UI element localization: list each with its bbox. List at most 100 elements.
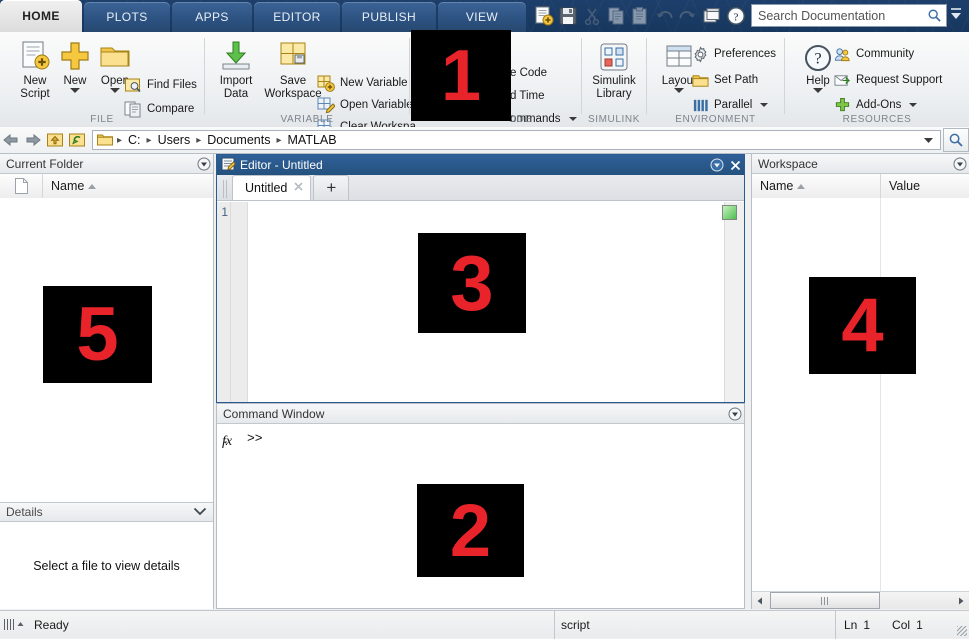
run-and-time-button[interactable]: d Time bbox=[510, 85, 545, 107]
tab-editor[interactable]: EDITOR bbox=[254, 2, 340, 32]
help-icon[interactable]: ? bbox=[725, 5, 747, 27]
status-file-type: script bbox=[554, 610, 835, 639]
up-folder-button[interactable] bbox=[44, 129, 66, 151]
cut-icon[interactable] bbox=[581, 5, 603, 27]
current-folder-column-header: Name bbox=[0, 174, 213, 199]
resources-group-label: RESOURCES bbox=[842, 114, 912, 125]
request-support-button[interactable]: Request Support bbox=[833, 69, 942, 91]
add-ons-button[interactable]: Add-Ons bbox=[833, 94, 918, 116]
add-ons-label: Add-Ons bbox=[856, 99, 902, 111]
analyze-code-button[interactable]: e Code bbox=[510, 62, 547, 84]
code-analyzer-ok-indicator[interactable] bbox=[722, 205, 737, 220]
scroll-right-icon[interactable] bbox=[953, 593, 969, 609]
details-title: Details bbox=[6, 505, 43, 519]
scroll-left-icon[interactable] bbox=[752, 593, 768, 609]
workspace-title: Workspace bbox=[758, 156, 818, 171]
editor-close-icon[interactable] bbox=[726, 156, 744, 174]
editor-title: Editor - Untitled bbox=[240, 158, 323, 172]
new-variable-button[interactable]: New Variable bbox=[317, 72, 408, 94]
scrollbar-thumb[interactable] bbox=[770, 592, 880, 609]
breadcrumb-item-users[interactable]: Users bbox=[156, 133, 193, 147]
command-window-options-icon[interactable] bbox=[726, 405, 744, 423]
workspace-value-column-header[interactable]: Value bbox=[880, 174, 969, 198]
search-documentation-field[interactable]: Search Documentation bbox=[751, 4, 947, 27]
editor-options-icon[interactable] bbox=[708, 156, 726, 174]
path-search-button[interactable] bbox=[943, 128, 969, 152]
details-header[interactable]: Details bbox=[0, 502, 213, 522]
parallel-caret-icon[interactable] bbox=[760, 103, 769, 107]
copy-icon[interactable] bbox=[605, 5, 627, 27]
simulink-library-button[interactable]: Simulink Library bbox=[583, 37, 645, 101]
layout-caret-icon[interactable] bbox=[674, 88, 684, 93]
breadcrumb-item-drive[interactable]: C: bbox=[126, 133, 143, 147]
find-files-button[interactable]: Find Files bbox=[124, 74, 197, 96]
editor-document-tab-close-icon[interactable] bbox=[293, 181, 304, 195]
switch-windows-icon[interactable] bbox=[701, 5, 723, 27]
command-prompt[interactable]: >> bbox=[247, 428, 263, 608]
clear-commands-caret-icon[interactable] bbox=[568, 117, 577, 121]
breadcrumb-item-documents[interactable]: Documents bbox=[205, 133, 272, 147]
file-icon bbox=[14, 178, 28, 194]
community-button[interactable]: Community bbox=[833, 43, 914, 65]
folder-open-icon bbox=[84, 37, 146, 73]
sort-ascending-icon bbox=[797, 183, 806, 189]
breadcrumb-sep-2: ▸ bbox=[196, 134, 202, 146]
function-browser-button[interactable]: fx bbox=[217, 428, 247, 608]
back-button[interactable] bbox=[0, 129, 22, 151]
path-breadcrumb[interactable]: ▸ C: ▸ Users ▸ Documents ▸ MATLAB bbox=[92, 130, 941, 150]
editor-new-tab-button[interactable]: + bbox=[313, 175, 350, 200]
current-folder-options-icon[interactable] bbox=[195, 155, 213, 173]
editor-document-tab-untitled[interactable]: Untitled bbox=[232, 175, 312, 200]
preferences-button[interactable]: Preferences bbox=[691, 43, 776, 65]
callout-box-5: 5 bbox=[43, 286, 152, 383]
refresh-button[interactable] bbox=[66, 129, 88, 151]
set-path-button[interactable]: Set Path bbox=[691, 69, 758, 91]
new-script-icon[interactable] bbox=[533, 5, 555, 27]
open-variable-button[interactable]: Open Variable bbox=[317, 94, 413, 116]
workspace-options-icon[interactable] bbox=[951, 155, 969, 173]
editor-title-bar: Editor - Untitled bbox=[217, 155, 744, 175]
workspace-variable-list[interactable] bbox=[752, 198, 969, 591]
new-caret-icon[interactable] bbox=[70, 88, 80, 93]
busy-caret-icon[interactable] bbox=[17, 621, 24, 628]
paste-icon[interactable] bbox=[629, 5, 651, 27]
command-window-title: Command Window bbox=[223, 406, 325, 421]
editor-tab-grip[interactable] bbox=[223, 180, 229, 198]
tab-view[interactable]: VIEW bbox=[438, 2, 526, 32]
forward-button[interactable] bbox=[22, 129, 44, 151]
preferences-label: Preferences bbox=[714, 48, 777, 60]
add-ons-icon bbox=[833, 96, 851, 114]
ribbon-group-resources: ? Help Community Request Support Add-Ons… bbox=[785, 32, 969, 127]
request-support-label: Request Support bbox=[856, 74, 943, 86]
tab-apps[interactable]: APPS bbox=[172, 2, 252, 32]
editor-line-number-1: 1 bbox=[221, 205, 228, 219]
undo-icon[interactable] bbox=[653, 5, 675, 27]
parallel-button[interactable]: Parallel bbox=[691, 94, 769, 116]
resize-grip[interactable] bbox=[957, 626, 967, 636]
editor-breakpoint-gutter[interactable] bbox=[231, 202, 248, 402]
details-collapse-icon[interactable] bbox=[193, 505, 207, 519]
callout-label-4: 4 bbox=[841, 282, 884, 368]
add-ons-caret-icon[interactable] bbox=[909, 103, 918, 107]
open-caret-icon[interactable] bbox=[110, 88, 120, 93]
workspace-name-column-header[interactable]: Name bbox=[752, 174, 880, 198]
name-column-header[interactable]: Name bbox=[42, 174, 213, 198]
save-workspace-label-2: Workspace bbox=[264, 88, 322, 100]
workspace-horizontal-scrollbar[interactable] bbox=[752, 591, 969, 609]
collapse-ribbon-button[interactable] bbox=[947, 4, 965, 26]
redo-icon[interactable] bbox=[677, 5, 699, 27]
file-type-column[interactable] bbox=[0, 174, 42, 198]
ribbon-tab-strip: HOME PLOTS APPS EDITOR PUBLISH VIEW ? Se… bbox=[0, 0, 969, 32]
save-icon[interactable] bbox=[557, 5, 579, 27]
editor-analyzer-rail[interactable] bbox=[722, 202, 744, 402]
tab-home[interactable]: HOME bbox=[0, 0, 82, 32]
search-icon bbox=[928, 9, 941, 22]
set-path-label: Set Path bbox=[714, 74, 759, 86]
callout-label-2: 2 bbox=[449, 488, 492, 572]
help-caret-icon[interactable] bbox=[813, 88, 823, 93]
tab-plots[interactable]: PLOTS bbox=[84, 2, 170, 32]
breadcrumb-dropdown-icon[interactable] bbox=[923, 133, 934, 147]
tab-publish[interactable]: PUBLISH bbox=[342, 2, 436, 32]
breadcrumb-item-matlab[interactable]: MATLAB bbox=[286, 133, 339, 147]
workspace-column-header: Name Value bbox=[752, 174, 969, 199]
